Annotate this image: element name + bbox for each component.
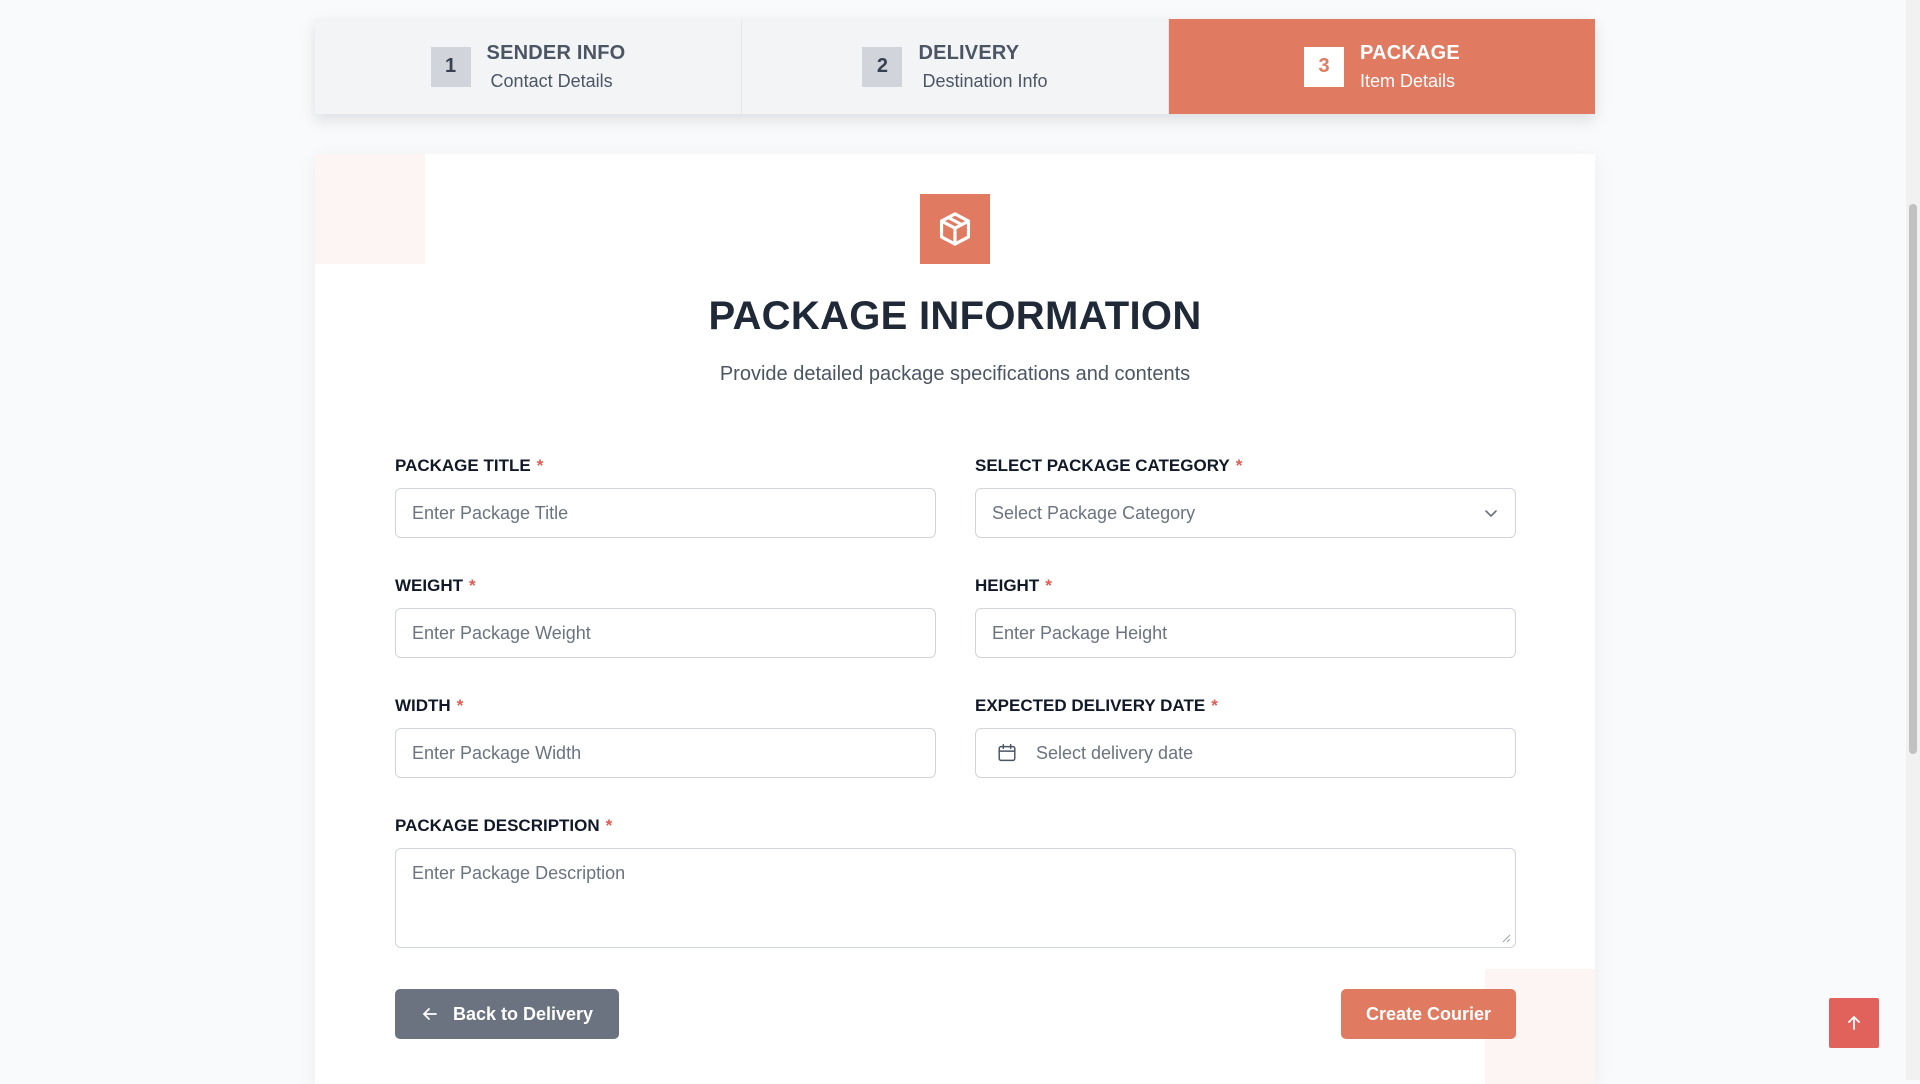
page-title: PACKAGE INFORMATION	[708, 294, 1202, 338]
package-form-card: PACKAGE INFORMATION Provide detailed pac…	[315, 154, 1595, 1084]
required-mark: *	[605, 816, 613, 835]
step-sender-info[interactable]: 1 SENDER INFO Contact Details	[315, 19, 742, 114]
field-label: SELECT PACKAGE CATEGORY	[975, 456, 1230, 475]
field-label: PACKAGE TITLE	[395, 456, 531, 475]
create-button-label: Create Courier	[1365, 1003, 1492, 1024]
step-delivery[interactable]: 2 DELIVERY Destination Info	[742, 19, 1169, 114]
required-mark: *	[1211, 696, 1218, 715]
step-number: 2	[862, 46, 903, 87]
arrow-left-icon	[423, 1008, 437, 1020]
step-subtitle: Contact Details	[490, 70, 613, 91]
arrow-up-icon	[1848, 1016, 1860, 1030]
step-title: PACKAGE	[1360, 41, 1460, 64]
height-input[interactable]	[976, 609, 1515, 657]
delivery-date-field: EXPECTED DELIVERY DATE *	[975, 694, 1516, 778]
package-category-field: SELECT PACKAGE CATEGORY * Select Package …	[975, 454, 1516, 538]
back-to-delivery-button[interactable]: Back to Delivery	[395, 989, 619, 1039]
weight-field: WEIGHT *	[395, 574, 936, 658]
field-label: WEIGHT	[395, 576, 463, 595]
height-field: HEIGHT *	[975, 574, 1516, 658]
scroll-to-top-button[interactable]	[1829, 998, 1879, 1048]
scrollbar-thumb[interactable]	[1909, 204, 1917, 754]
step-subtitle: Destination Info	[922, 70, 1048, 91]
required-mark: *	[536, 456, 544, 475]
page-subtitle: Provide detailed package specifications …	[719, 363, 1191, 385]
width-field: WIDTH *	[395, 694, 936, 778]
field-label: WIDTH	[395, 696, 451, 715]
required-mark: *	[1045, 576, 1052, 595]
select-value: Select Package Category	[992, 502, 1196, 523]
chevron-down-icon	[1485, 510, 1497, 517]
step-title: SENDER INFO	[486, 41, 626, 64]
width-input[interactable]	[396, 729, 935, 777]
package-category-select[interactable]: Select Package Category	[975, 488, 1516, 538]
create-courier-button[interactable]: Create Courier	[1341, 989, 1516, 1039]
field-label: EXPECTED DELIVERY DATE	[975, 696, 1206, 715]
step-title: DELIVERY	[918, 41, 1020, 64]
progress-stepper: 1 SENDER INFO Contact Details 2 DELIVERY…	[315, 19, 1595, 114]
calendar-icon	[998, 744, 1016, 762]
field-label: HEIGHT	[975, 576, 1040, 595]
step-number: 3	[1304, 46, 1345, 87]
step-number: 1	[430, 46, 471, 87]
step-subtitle: Item Details	[1360, 70, 1456, 91]
step-package[interactable]: 3 PACKAGE Item Details	[1169, 19, 1595, 114]
resize-handle-icon[interactable]	[1501, 933, 1511, 943]
field-label: PACKAGE DESCRIPTION	[395, 816, 600, 835]
package-title-input[interactable]	[396, 489, 935, 537]
package-title-field: PACKAGE TITLE *	[395, 454, 936, 538]
package-description-textarea[interactable]	[396, 849, 1515, 947]
package-description-field: PACKAGE DESCRIPTION *	[395, 814, 1516, 948]
back-button-label: Back to Delivery	[452, 1003, 594, 1024]
weight-input[interactable]	[396, 609, 935, 657]
delivery-date-input[interactable]	[1036, 729, 1515, 777]
required-mark: *	[469, 576, 476, 595]
required-mark: *	[456, 696, 464, 715]
package-box-icon	[920, 194, 990, 264]
corner-decoration	[315, 154, 425, 264]
required-mark: *	[1235, 456, 1243, 475]
scrollbar-track[interactable]	[1906, 0, 1920, 1080]
